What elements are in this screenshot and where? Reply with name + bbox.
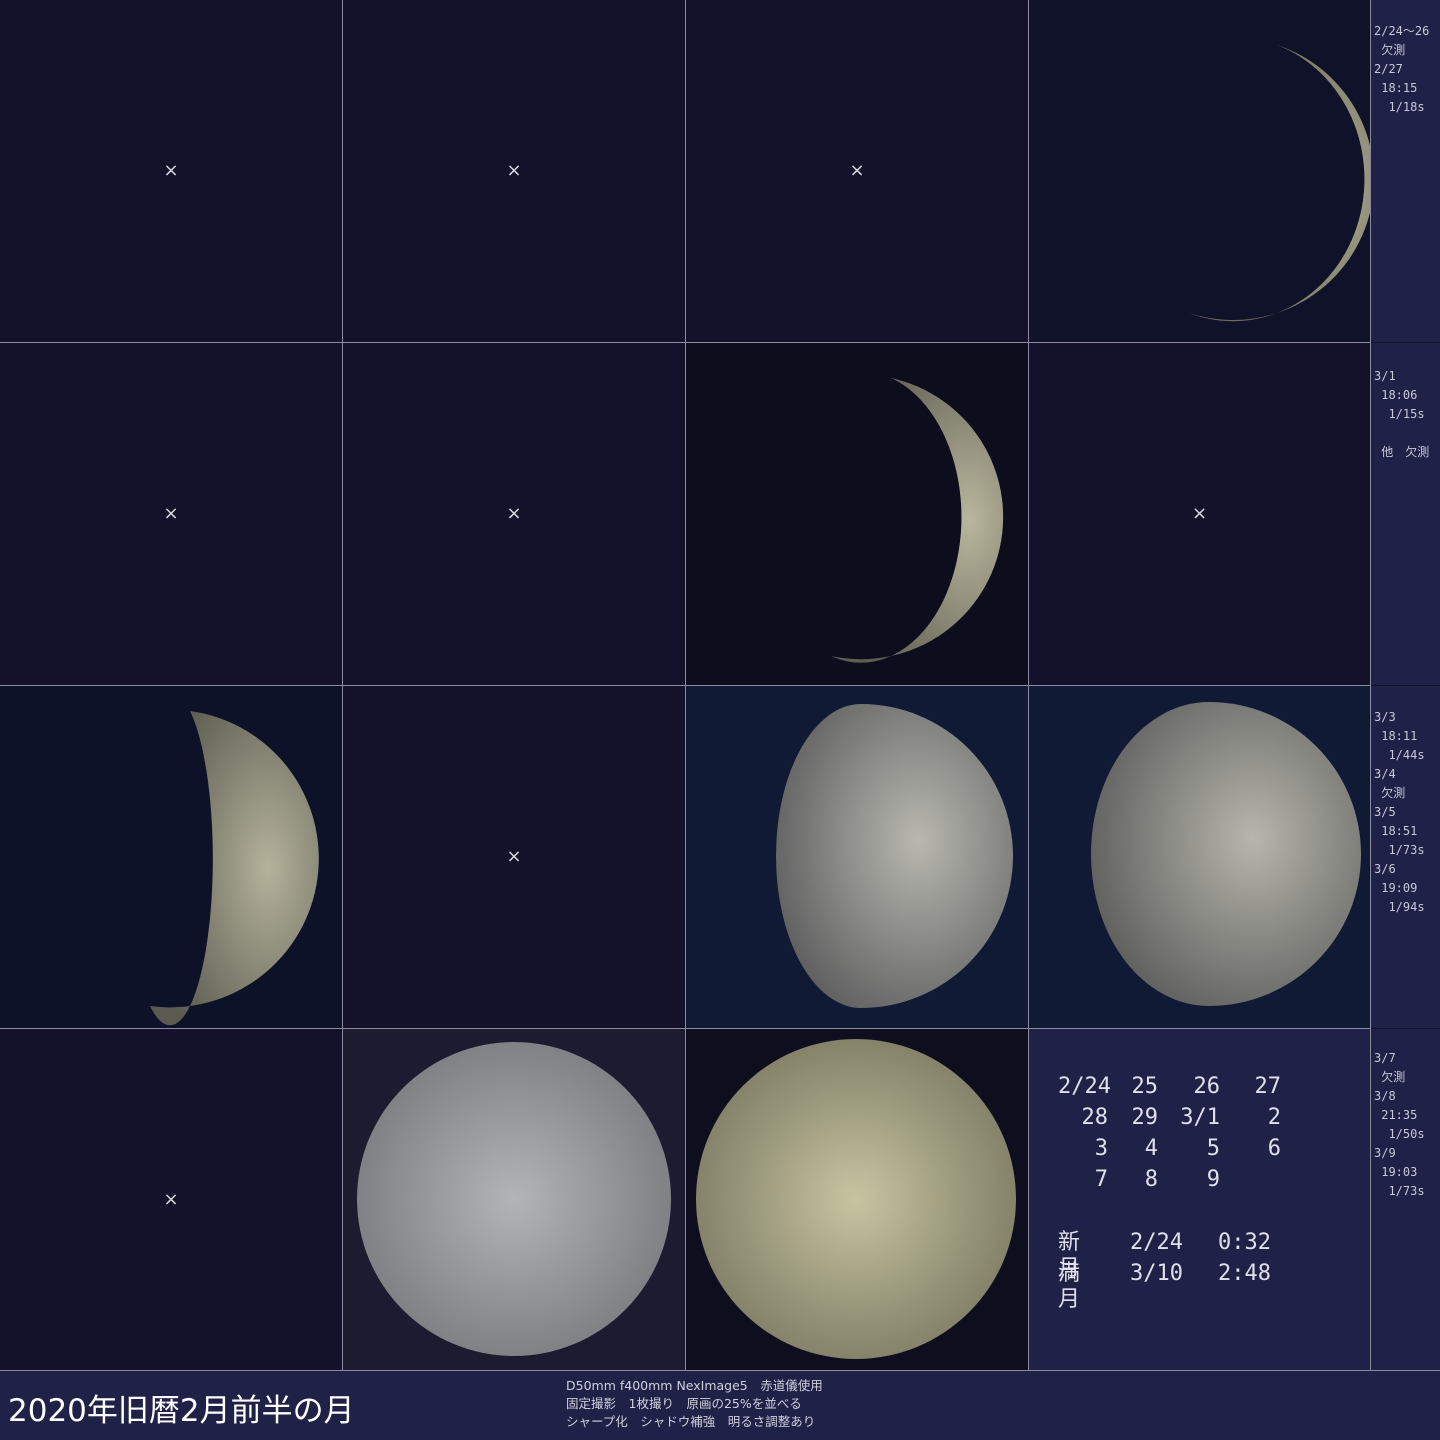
calendar-date: 8 — [1144, 1167, 1158, 1192]
calendar-date: 3/1 — [1180, 1105, 1220, 1130]
full-moon-date: 3/10 — [1130, 1261, 1183, 1286]
calendar-date: 2 — [1267, 1105, 1281, 1130]
grid-divider — [0, 342, 1370, 343]
calendar-date: 28 — [1081, 1105, 1109, 1130]
moon-crescent-image — [1189, 45, 1370, 322]
side-note-row-2: 3/1 18:06 1/15s 他 欠測 — [1371, 343, 1440, 685]
moon-full-image — [696, 1039, 1016, 1359]
cell-3-8-moon — [343, 1029, 685, 1370]
side-note-row-3: 3/3 18:11 1/44s 3/4 欠測 3/5 18:51 1/73s 3… — [1371, 686, 1440, 1028]
moon-half-image — [150, 711, 319, 1026]
cell-3-4: × — [343, 686, 685, 1028]
calendar-date: 5 — [1206, 1136, 1220, 1161]
full-moon-label: 満月 — [1058, 1261, 1081, 1312]
calendar-date: 9 — [1206, 1167, 1220, 1192]
cell-3-1-moon — [686, 343, 1028, 685]
calendar-date: 29 — [1131, 1105, 1159, 1130]
calendar-panel: 2/24 25 26 27 28 29 3/1 2 3 4 5 6 7 8 9 … — [1028, 1028, 1370, 1370]
missing-mark: × — [506, 503, 522, 524]
cell-2-29: × — [343, 343, 685, 685]
moon-gibbous-image — [776, 704, 1013, 1008]
cell-2-28: × — [0, 343, 342, 685]
cell-3-7: × — [0, 1029, 342, 1370]
side-note-row-1: 2/24〜26 欠測 2/27 18:15 1/18s — [1371, 22, 1440, 342]
cell-2-25: × — [343, 0, 685, 342]
new-moon-date: 2/24 — [1130, 1230, 1183, 1255]
missing-mark: × — [1191, 503, 1208, 524]
side-panel-top — [1371, 0, 1440, 22]
note-line: シャープ化 シャドウ補強 明るさ調整あり — [566, 1414, 816, 1429]
calendar-date: 2/24 — [1058, 1074, 1111, 1099]
cell-3-2: × — [1029, 343, 1370, 685]
calendar-date: 26 — [1193, 1074, 1221, 1099]
calendar-date: 7 — [1094, 1167, 1108, 1192]
grid-divider — [0, 685, 1370, 686]
moon-full-image — [357, 1042, 671, 1356]
calendar-date: 4 — [1144, 1136, 1158, 1161]
cell-3-3-moon — [0, 686, 342, 1028]
grid-divider — [0, 1028, 1370, 1029]
moon-crescent-image — [831, 378, 1004, 663]
page-title: 2020年旧暦2月前半の月 — [8, 1393, 355, 1429]
cell-2-27-moon — [1029, 0, 1370, 342]
footer: 2020年旧暦2月前半の月 D50mm f400mm NexImage5 赤道儀… — [0, 1371, 1440, 1440]
calendar-date: 6 — [1267, 1136, 1281, 1161]
cell-2-26: × — [686, 0, 1028, 342]
cell-3-5-moon — [686, 686, 1028, 1028]
calendar-date: 25 — [1131, 1074, 1159, 1099]
cell-2-24: × — [0, 0, 342, 342]
calendar-date: 27 — [1254, 1074, 1282, 1099]
missing-mark: × — [506, 160, 522, 181]
equipment-notes: D50mm f400mm NexImage5 赤道儀使用 固定撮影 1枚撮り 原… — [566, 1377, 823, 1431]
missing-mark: × — [163, 1188, 179, 1210]
cell-3-6-moon — [1029, 686, 1370, 1028]
new-moon-time: 0:32 — [1218, 1230, 1271, 1255]
missing-mark: × — [163, 160, 179, 181]
note-line: D50mm f400mm NexImage5 赤道儀使用 — [566, 1378, 823, 1393]
note-line: 固定撮影 1枚撮り 原画の25%を並べる — [566, 1396, 802, 1411]
calendar-date: 3 — [1094, 1136, 1108, 1161]
moon-gibbous-image — [1091, 702, 1361, 1006]
cell-3-9-moon — [686, 1029, 1028, 1370]
side-note-row-4: 3/7 欠測 3/8 21:35 1/50s 3/9 19:03 1/73s — [1371, 1029, 1440, 1370]
missing-mark: × — [163, 503, 179, 524]
full-moon-time: 2:48 — [1218, 1261, 1271, 1286]
missing-mark: × — [506, 846, 522, 867]
missing-mark: × — [849, 160, 865, 181]
